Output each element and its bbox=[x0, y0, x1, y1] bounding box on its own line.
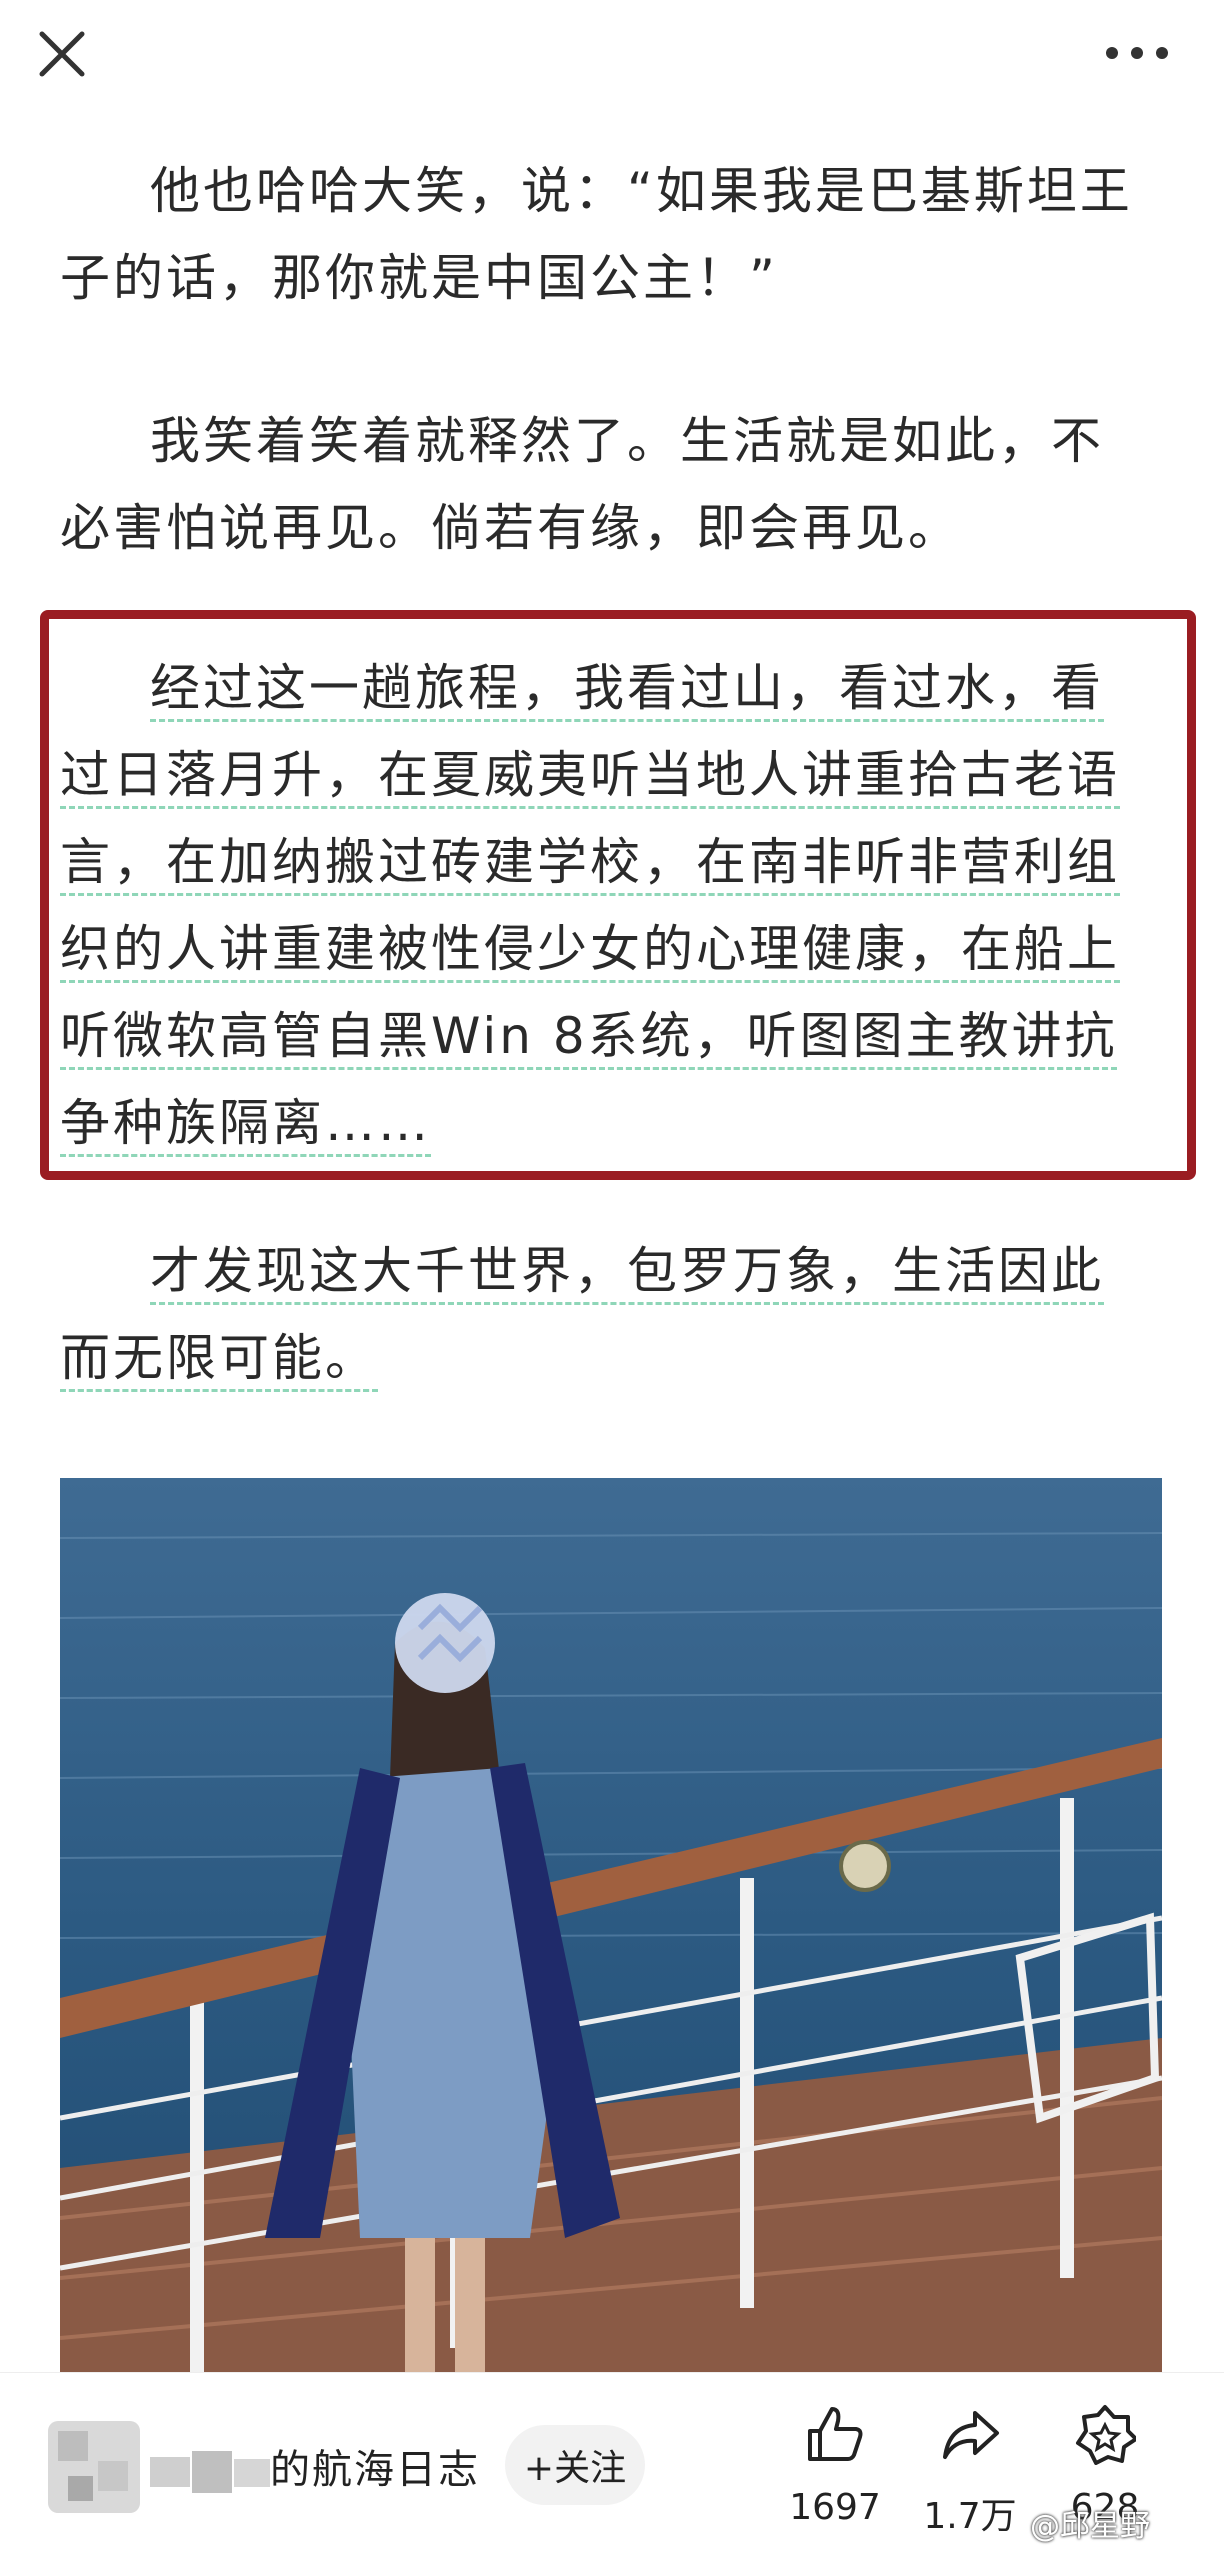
paragraph-4: 才发现这大千世界，包罗万象，生活因此 而无限可能。 bbox=[60, 1228, 1170, 1402]
paragraph-1: 他也哈哈大笑，说：“如果我是巴基斯坦王 子的话，那你就是中国公主！” bbox=[60, 148, 1170, 322]
more-icon[interactable] bbox=[1102, 40, 1172, 66]
avatar[interactable] bbox=[48, 2421, 140, 2513]
like-count: 1697 bbox=[789, 2487, 881, 2528]
photo-ship-deck bbox=[60, 1478, 1162, 2378]
article-photo[interactable] bbox=[60, 1478, 1162, 2378]
text-line: 必害怕说再见。倘若有缘，即会再见。 bbox=[60, 499, 961, 557]
like-button[interactable]: 1697 bbox=[780, 2403, 890, 2543]
paragraph-2: 我笑着笑着就释然了。生活就是如此，不 必害怕说再见。倘若有缘，即会再见。 bbox=[60, 398, 1170, 572]
share-button[interactable]: 1.7万 bbox=[915, 2403, 1025, 2543]
collect-icon bbox=[1076, 2405, 1136, 2465]
text-line: 才发现这大千世界，包罗万象，生活因此 bbox=[150, 1242, 1104, 1300]
text-line: 而无限可能。 bbox=[60, 1329, 378, 1387]
thumbs-up-icon bbox=[808, 2407, 863, 2461]
text-line: 他也哈哈大笑，说：“如果我是巴基斯坦王 bbox=[150, 162, 1133, 220]
text-line: 我笑着笑着就释然了。生活就是如此，不 bbox=[150, 412, 1104, 470]
text-line: 子的话，那你就是中国公主！” bbox=[60, 249, 778, 307]
follow-button[interactable]: +关注 bbox=[505, 2425, 645, 2505]
blurred-name-prefix bbox=[150, 2451, 270, 2493]
close-icon[interactable] bbox=[36, 28, 88, 80]
highlight-box bbox=[40, 610, 1196, 1180]
watermark: @邱星野 bbox=[1030, 2509, 1150, 2544]
share-count: 1.7万 bbox=[923, 2496, 1017, 2537]
top-bar bbox=[0, 0, 1224, 110]
author-name[interactable]: 的航海日志 bbox=[270, 2437, 480, 2495]
share-icon bbox=[943, 2411, 999, 2459]
bottom-action-bar: 的航海日志 +关注 1697 1.7万 628 @邱星野 bbox=[0, 2372, 1224, 2561]
